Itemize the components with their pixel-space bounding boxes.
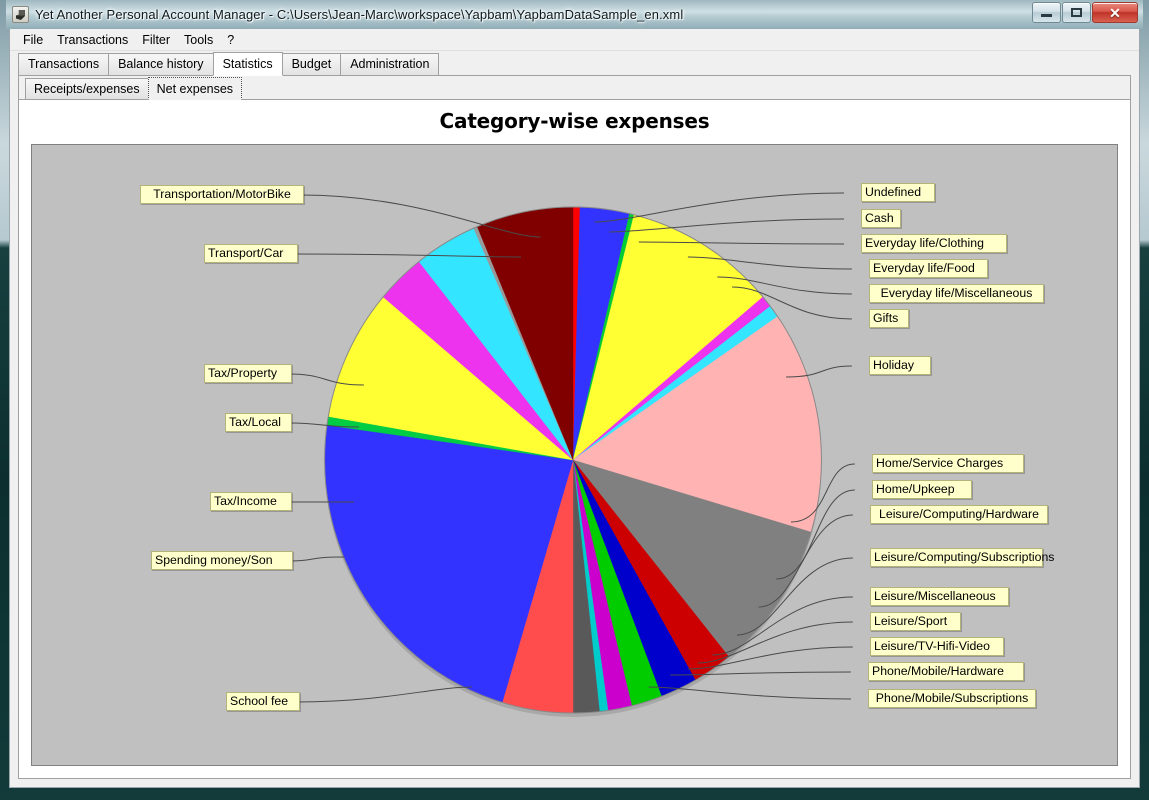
pie-callout-label: Undefined (861, 183, 935, 202)
pie-callout-label: Leisure/Sport (870, 612, 961, 631)
pie-callout-label: Home/Service Charges (872, 454, 1024, 473)
secondary-tab-bar: Receipts/expenses Net expenses (19, 76, 1130, 100)
pie-callout-label: Tax/Property (204, 364, 292, 383)
pie-callout-label: Transportation/MotorBike (140, 185, 304, 204)
close-button[interactable]: ✕ (1092, 2, 1138, 23)
pie-callout-label: School fee (226, 692, 300, 711)
client-area: File Transactions Filter Tools ? Transac… (9, 29, 1140, 788)
pie-callout-label: Tax/Local (225, 413, 292, 432)
tab-receipts-expenses[interactable]: Receipts/expenses (25, 78, 149, 99)
pie-chart-canvas[interactable]: Undefined Cash Everyday life/Clothing Every… (31, 144, 1118, 766)
callout-leader-line (594, 192, 845, 223)
callout-leader-line (648, 686, 851, 700)
tab-budget[interactable]: Budget (281, 53, 342, 75)
chart-title: Category-wise expenses (19, 100, 1130, 140)
pie-callout-label: Leisure/TV-Hifi-Video (870, 637, 1004, 656)
pie-callout-label: Phone/Mobile/Subscriptions (868, 689, 1036, 708)
menu-item-filter[interactable]: Filter (135, 31, 177, 49)
pie-callout-label: Cash (861, 209, 901, 228)
title-bar[interactable]: Yet Another Personal Account Manager - C… (6, 0, 1143, 29)
window-inner: Yet Another Personal Account Manager - C… (6, 0, 1143, 794)
primary-tab-bar: Transactions Balance history Statistics … (10, 51, 1139, 76)
menu-bar: File Transactions Filter Tools ? (10, 29, 1139, 51)
pie-callout-label: Leisure/Computing/Hardware (870, 505, 1048, 524)
menu-item-file[interactable]: File (16, 31, 50, 49)
pie-callout-label: Leisure/Miscellaneous (870, 587, 1009, 606)
pie-callout-label: Tax/Income (210, 492, 292, 511)
tab-balance-history[interactable]: Balance history (108, 53, 214, 75)
pie-callout-label: Everyday life/Food (869, 259, 988, 278)
window-title: Yet Another Personal Account Manager - C… (35, 7, 684, 22)
app-icon (12, 6, 29, 23)
statistics-panel: Receipts/expenses Net expenses Category-… (18, 75, 1131, 779)
pie-callout-label: Everyday life/Miscellaneous (869, 284, 1044, 303)
maximize-button[interactable] (1062, 2, 1091, 23)
pie-callout-label: Holiday (869, 356, 931, 375)
pie-callout-label: Phone/Mobile/Hardware (868, 662, 1024, 681)
pie-callout-label: Spending money/Son (151, 551, 293, 570)
pie-callout-label: Home/Upkeep (872, 480, 972, 499)
close-icon: ✕ (1109, 4, 1121, 21)
minimize-button[interactable] (1032, 2, 1061, 23)
menu-item-tools[interactable]: Tools (177, 31, 220, 49)
net-expenses-view: Category-wise expenses Undefined Cash Ever… (19, 99, 1130, 778)
tab-net-expenses[interactable]: Net expenses (147, 77, 243, 100)
callout-leader-line (301, 194, 541, 238)
menu-item-help[interactable]: ? (220, 31, 241, 49)
pie-callout-label: Leisure/Computing/Subscriptions (870, 548, 1054, 567)
pie-callout-label: Gifts (869, 309, 909, 328)
callout-leader-line (297, 686, 472, 703)
menu-item-transactions[interactable]: Transactions (50, 31, 135, 49)
callout-leader-line (290, 556, 345, 562)
window-frame: Yet Another Personal Account Manager - C… (0, 0, 1149, 800)
tab-administration[interactable]: Administration (340, 53, 440, 75)
pie-callout-label: Transport/Car (204, 244, 298, 263)
pie-callout-label: Everyday life/Clothing (861, 234, 1007, 253)
tab-statistics[interactable]: Statistics (212, 52, 283, 76)
window-controls: ✕ (1032, 2, 1138, 23)
tab-transactions[interactable]: Transactions (18, 53, 110, 75)
